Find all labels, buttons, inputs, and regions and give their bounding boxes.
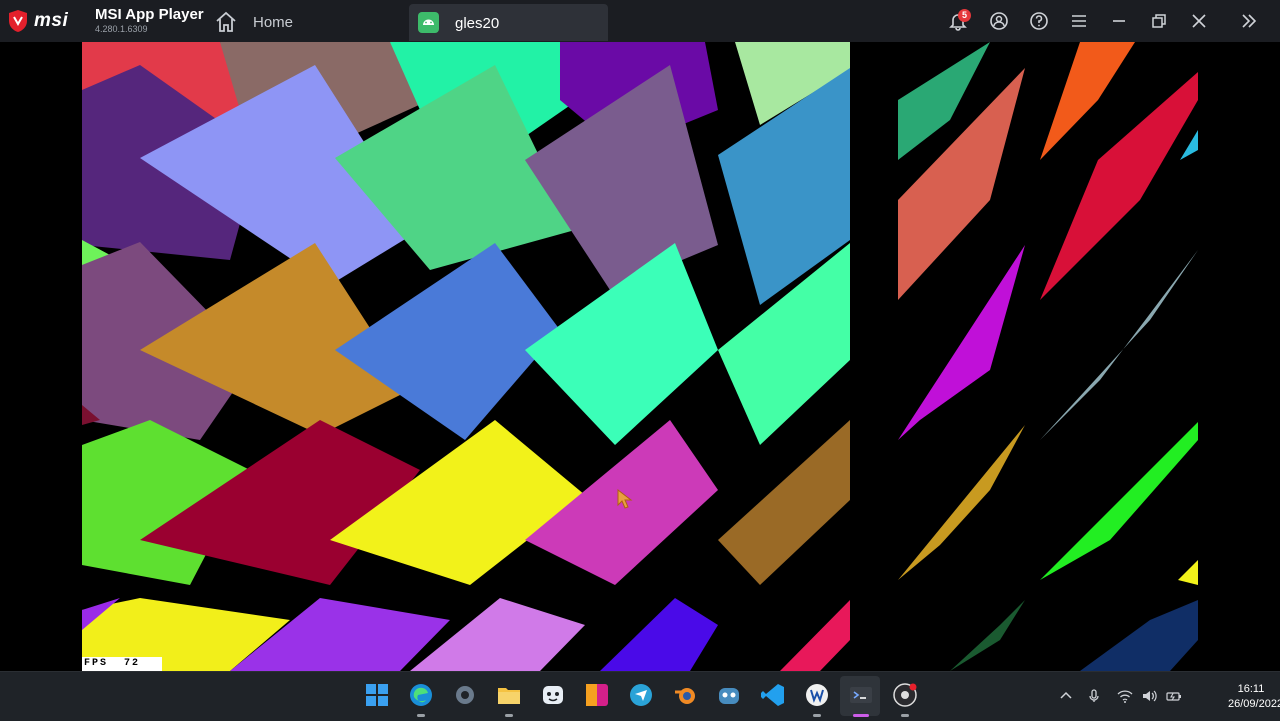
home-icon[interactable]	[214, 10, 238, 34]
volume-icon[interactable]	[1141, 688, 1157, 704]
chat-app-icon[interactable]	[628, 682, 654, 708]
fps-counter: FPS 72	[82, 657, 162, 671]
photoshop-icon[interactable]	[584, 682, 610, 708]
running-indicator	[417, 714, 425, 717]
vscode-icon[interactable]	[760, 682, 786, 708]
msi-logo: msi	[8, 6, 68, 36]
taskbar: 16:11 26/09/2022	[0, 671, 1280, 721]
settings-icon[interactable]	[452, 682, 478, 708]
game-viewport[interactable]: FPS 72	[82, 42, 1198, 671]
edge-icon[interactable]	[408, 682, 434, 708]
file-explorer-icon[interactable]	[496, 682, 522, 708]
msi-wordmark: msi	[34, 10, 69, 31]
title-bar: msi MSI App Player 4.280.1.6309 Home gle…	[0, 0, 1280, 42]
close-icon[interactable]	[1188, 10, 1210, 32]
rendered-quads	[82, 42, 1198, 671]
blender-icon[interactable]	[672, 682, 698, 708]
godot-icon[interactable]	[716, 682, 742, 708]
clock-time: 16:11	[1237, 683, 1265, 695]
msi-shield-icon	[9, 10, 27, 32]
obs-studio-icon[interactable]	[892, 682, 918, 708]
minimize-icon[interactable]	[1108, 10, 1130, 32]
battery-icon[interactable]	[1166, 688, 1182, 704]
windows-start-icon[interactable]	[364, 682, 390, 708]
account-icon[interactable]	[988, 10, 1010, 32]
android-app-icon	[418, 12, 439, 33]
running-indicator	[813, 714, 821, 717]
active-indicator	[853, 714, 869, 717]
terminal-icon[interactable]	[848, 682, 874, 708]
tab-gles20[interactable]: gles20	[409, 4, 608, 41]
notification-badge: 5	[958, 9, 971, 22]
menu-icon[interactable]	[1068, 10, 1090, 32]
expand-sidebar-icon[interactable]	[1238, 10, 1260, 32]
clock[interactable]: 16:11 26/09/2022	[1228, 682, 1280, 712]
running-indicator	[901, 714, 909, 717]
restore-icon[interactable]	[1148, 10, 1170, 32]
cursor-icon	[617, 488, 633, 509]
app-version: 4.280.1.6309	[95, 24, 148, 34]
app-title: MSI App Player	[95, 6, 204, 23]
running-indicator	[505, 714, 513, 717]
chevron-up-icon[interactable]	[1058, 688, 1074, 704]
wifi-icon[interactable]	[1117, 688, 1133, 704]
home-tab-label[interactable]: Home	[253, 14, 293, 31]
tab-label: gles20	[455, 15, 500, 32]
microphone-icon[interactable]	[1086, 688, 1102, 704]
word-icon[interactable]	[804, 682, 830, 708]
clock-date: 26/09/2022	[1228, 698, 1280, 710]
help-icon[interactable]	[1028, 10, 1050, 32]
app-mascot-icon[interactable]	[540, 682, 566, 708]
